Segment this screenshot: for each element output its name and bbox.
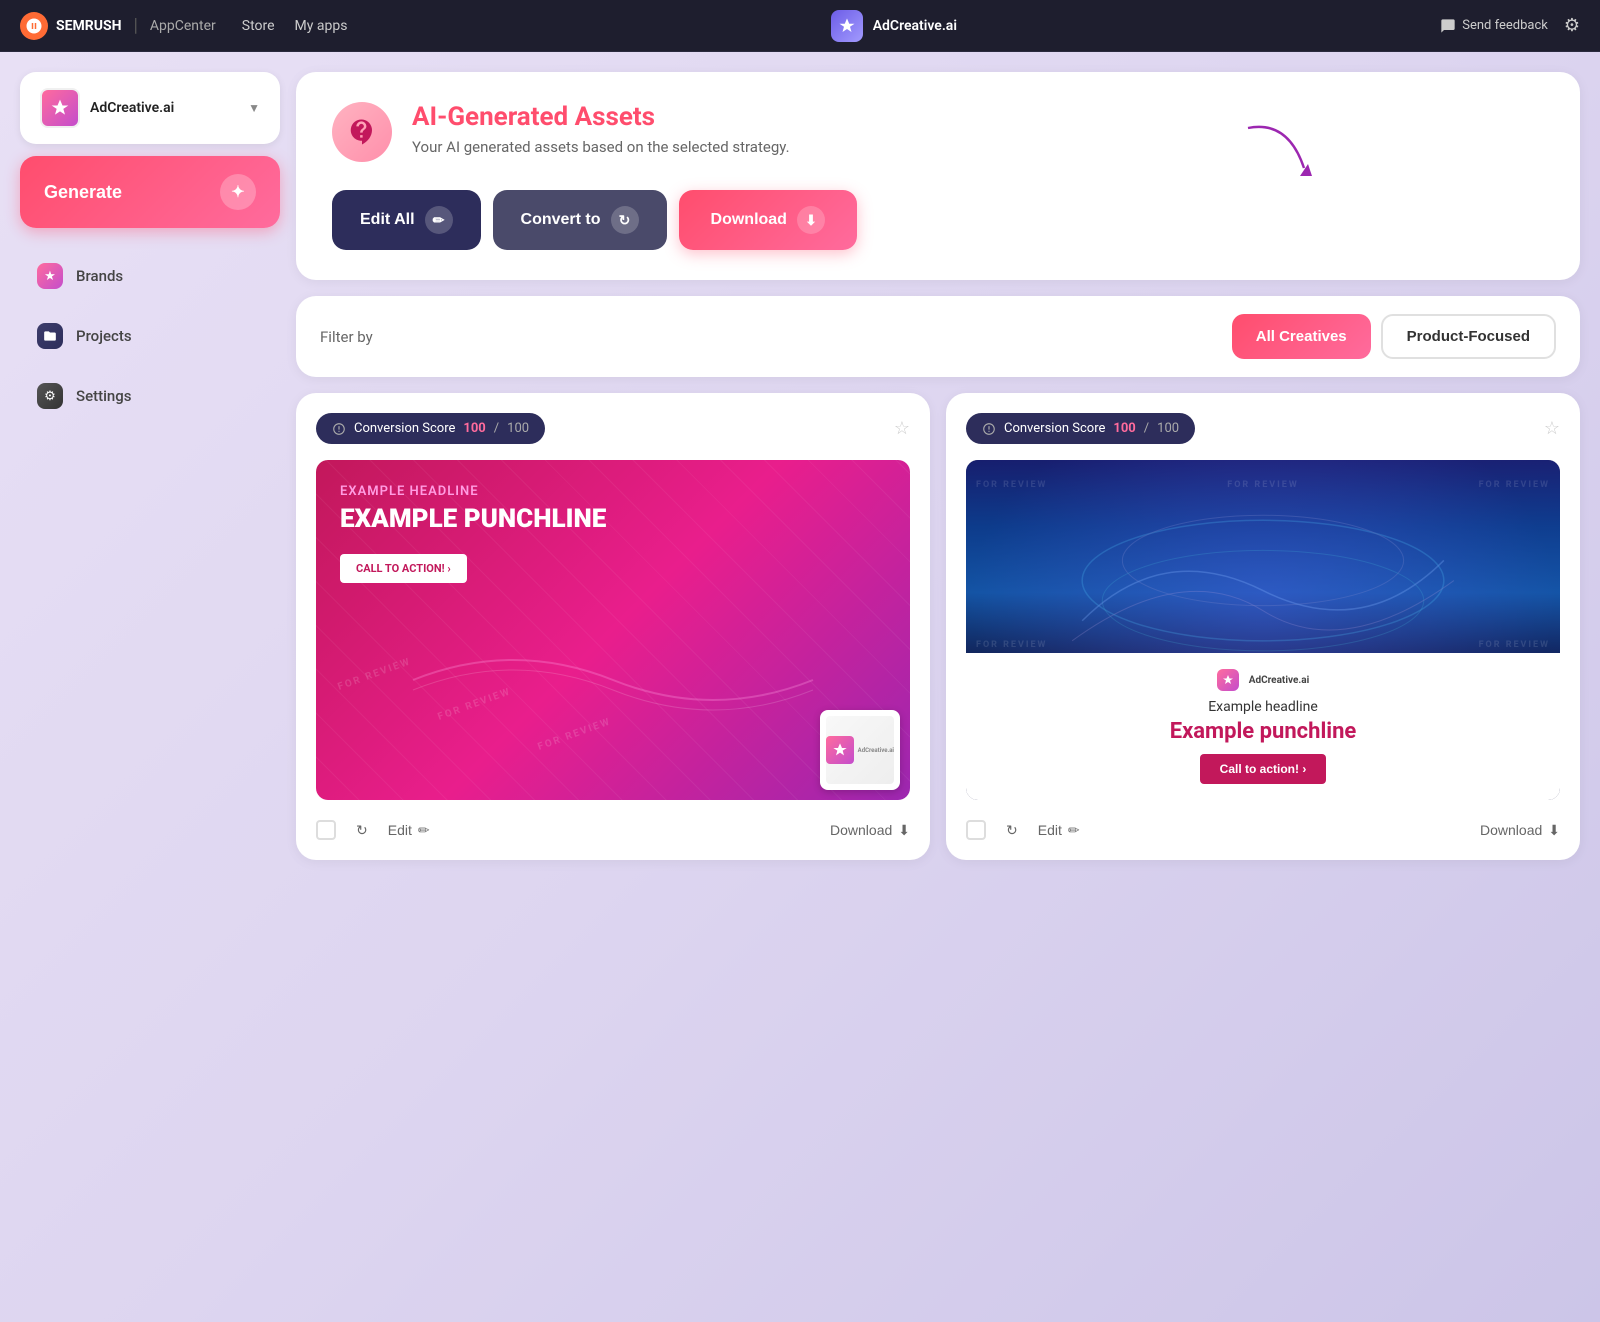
download-icon: ⬇ — [797, 206, 825, 234]
convert-icon: ↻ — [611, 206, 639, 234]
wave-svg — [316, 640, 910, 720]
particle-svg — [966, 460, 1560, 681]
favorite-icon-1[interactable]: ☆ — [894, 418, 910, 439]
creative-card-2: Conversion Score 100 / 100 ☆ — [946, 393, 1580, 860]
card-1-cta: CALL TO ACTION! › — [340, 554, 467, 583]
semrush-icon — [20, 12, 48, 40]
appcenter-label: AppCenter — [150, 18, 216, 34]
app-center-name: AdCreative.ai — [873, 18, 957, 34]
edit-icon: ✏ — [425, 206, 453, 234]
filter-right: All Creatives Product-Focused — [1232, 314, 1556, 359]
card-2-actions: ↻ Edit ✏ Download ⬇ — [966, 816, 1560, 840]
favorite-icon-2[interactable]: ☆ — [1544, 418, 1560, 439]
settings-icon: ⚙ — [37, 383, 63, 409]
dark-card-bottom: AdCreative.ai Example headline Example p… — [966, 653, 1560, 800]
store-link[interactable]: Store — [242, 18, 275, 34]
brand-name: AdCreative.ai — [90, 100, 238, 116]
filter-bar: Filter by All Creatives Product-Focused — [296, 296, 1580, 377]
top-navigation: SEMRUSH | AppCenter Store My apps AdCrea… — [0, 0, 1600, 52]
topnav-center: AdCreative.ai — [363, 10, 1424, 42]
app-center-icon — [831, 10, 863, 42]
conversion-score-1: Conversion Score 100 / 100 — [316, 413, 545, 444]
generate-button[interactable]: Generate ✦ — [20, 156, 280, 228]
header-card: AI-Generated Assets Your AI generated as… — [296, 72, 1580, 280]
edit-all-button[interactable]: Edit All ✏ — [332, 190, 481, 250]
sidebar-brand[interactable]: AdCreative.ai ▼ — [20, 72, 280, 144]
card-2-headline: Example headline — [986, 699, 1540, 715]
thumbnail-preview-1: AdCreative.ai — [820, 710, 900, 790]
filter-all-creatives[interactable]: All Creatives — [1232, 314, 1371, 359]
sidebar: AdCreative.ai ▼ Generate ✦ ★ Brands — [20, 72, 280, 1302]
filter-product-focused[interactable]: Product-Focused — [1381, 314, 1556, 359]
filter-left: Filter by — [320, 328, 373, 346]
action-buttons: Edit All ✏ Convert to ↻ Download ⬇ — [332, 190, 1544, 250]
header-icon — [332, 102, 392, 162]
card-1-download[interactable]: Download ⬇ — [830, 822, 910, 839]
arrow-decoration — [1240, 112, 1320, 192]
dark-brand-logo: AdCreative.ai — [986, 669, 1540, 691]
page-title: AI-Generated Assets — [412, 102, 790, 132]
card-2-cta[interactable]: Call to action! › — [1200, 754, 1327, 784]
sidebar-item-brands[interactable]: ★ Brands — [20, 248, 280, 304]
cards-grid: Conversion Score 100 / 100 ☆ EXAMPLE HEA… — [296, 393, 1580, 860]
feedback-button[interactable]: Send feedback — [1440, 18, 1548, 34]
card-1-refresh[interactable]: ↻ — [356, 822, 368, 839]
brand-logo-inner — [42, 90, 78, 126]
card-2-preview: FOR REVIEW FOR REVIEW FOR REVIEW FOR REV… — [966, 460, 1560, 800]
header-top: AI-Generated Assets Your AI generated as… — [332, 102, 1544, 162]
sidebar-nav: ★ Brands Projects ⚙ Settings — [20, 240, 280, 432]
myapps-link[interactable]: My apps — [295, 18, 348, 34]
card-1-header: Conversion Score 100 / 100 ☆ — [316, 413, 910, 444]
header-text: AI-Generated Assets Your AI generated as… — [412, 102, 790, 156]
brand-logo — [40, 88, 80, 128]
card-2-header: Conversion Score 100 / 100 ☆ — [966, 413, 1560, 444]
sidebar-item-settings[interactable]: ⚙ Settings — [20, 368, 280, 424]
card-1-headline: EXAMPLE HEADLINE — [340, 484, 886, 499]
card-1-punchline: EXAMPLE PUNCHLINE — [340, 505, 886, 534]
content-area: AI-Generated Assets Your AI generated as… — [296, 72, 1580, 1302]
sidebar-item-projects[interactable]: Projects — [20, 308, 280, 364]
card-2-checkbox[interactable] — [966, 820, 986, 840]
card-2-download[interactable]: Download ⬇ — [1480, 822, 1560, 839]
settings-icon-top[interactable]: ⚙ — [1564, 15, 1580, 36]
conversion-score-2: Conversion Score 100 / 100 — [966, 413, 1195, 444]
card-1-edit[interactable]: Edit ✏ — [388, 822, 430, 839]
projects-icon — [37, 323, 63, 349]
dropdown-arrow-icon: ▼ — [248, 101, 260, 115]
filter-label: Filter by — [320, 328, 373, 346]
page-subtitle: Your AI generated assets based on the se… — [412, 138, 790, 156]
dark-preview: FOR REVIEW FOR REVIEW FOR REVIEW FOR REV… — [966, 460, 1560, 800]
pink-preview: EXAMPLE HEADLINE EXAMPLE PUNCHLINE CALL … — [316, 460, 910, 800]
card-1-actions: ↻ Edit ✏ Download ⬇ — [316, 816, 910, 840]
download-button[interactable]: Download ⬇ — [679, 190, 857, 250]
card-2-punchline: Example punchline — [986, 719, 1540, 744]
topnav-links: Store My apps — [242, 18, 348, 34]
generate-icon: ✦ — [220, 174, 256, 210]
main-layout: AdCreative.ai ▼ Generate ✦ ★ Brands — [0, 52, 1600, 1322]
card-1-preview: EXAMPLE HEADLINE EXAMPLE PUNCHLINE CALL … — [316, 460, 910, 800]
semrush-logo-group: SEMRUSH | AppCenter — [20, 12, 216, 40]
card-2-edit[interactable]: Edit ✏ — [1038, 822, 1080, 839]
topnav-right: Send feedback ⚙ — [1440, 15, 1580, 36]
creative-card-1: Conversion Score 100 / 100 ☆ EXAMPLE HEA… — [296, 393, 930, 860]
card-2-refresh[interactable]: ↻ — [1006, 822, 1018, 839]
brands-icon: ★ — [37, 263, 63, 289]
card-1-checkbox[interactable] — [316, 820, 336, 840]
semrush-label: SEMRUSH — [56, 18, 121, 34]
convert-to-button[interactable]: Convert to ↻ — [493, 190, 667, 250]
